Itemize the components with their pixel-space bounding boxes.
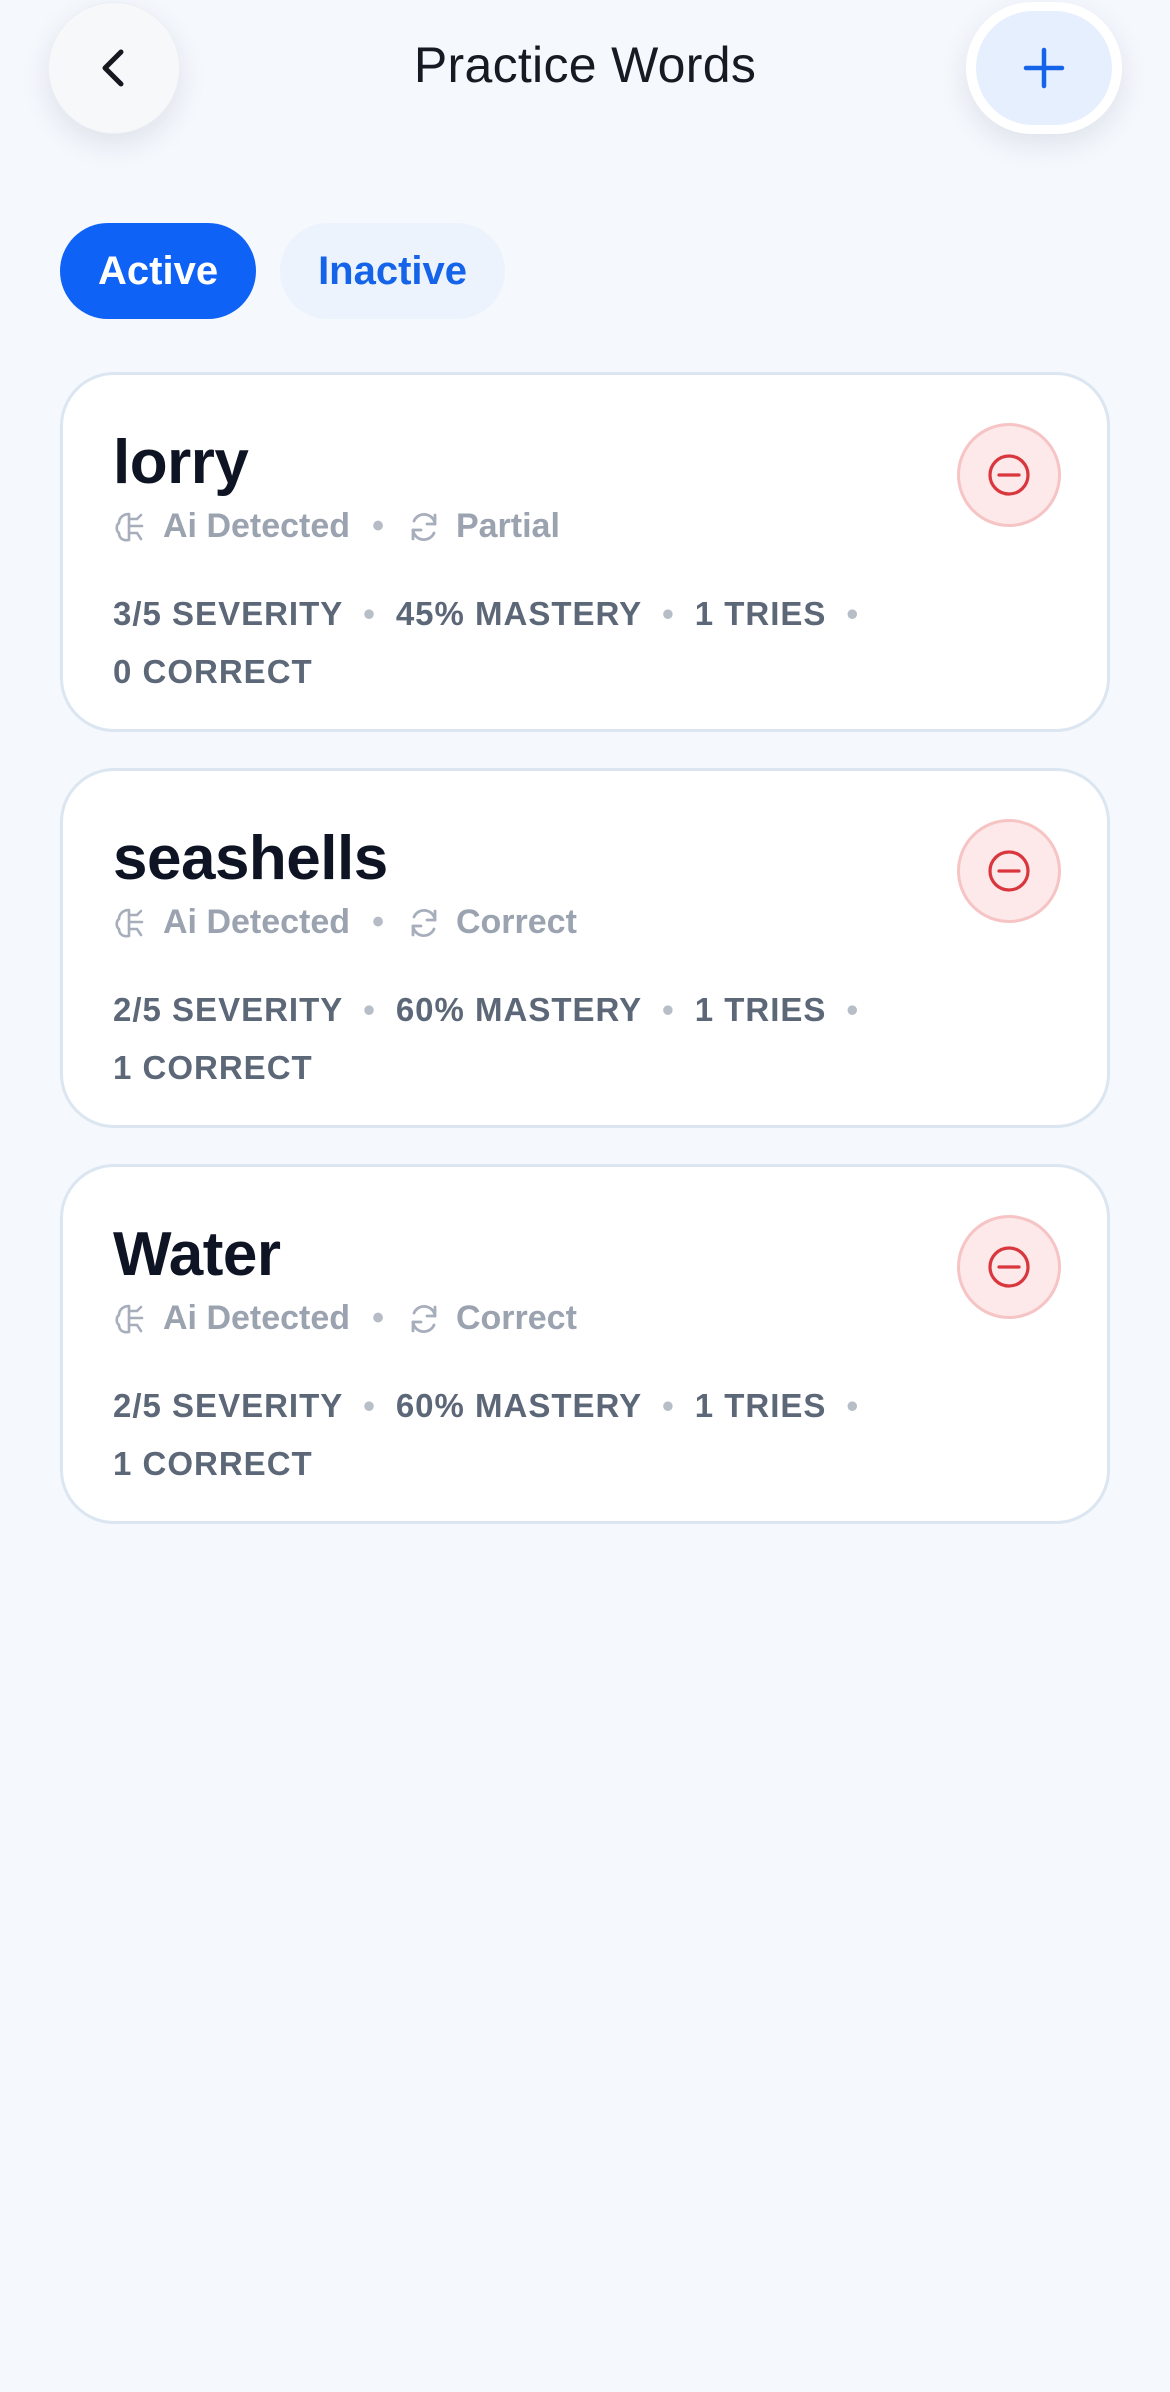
- separator-dot: •: [662, 1387, 675, 1424]
- word-list: lorry Ai Detected • Partial 3/5 SEVERITY…: [60, 372, 1110, 1560]
- separator-dot: •: [372, 1299, 384, 1337]
- status-label: Partial: [455, 507, 560, 545]
- tries-stat: 1 TRIES: [694, 1387, 827, 1424]
- minus-circle-icon: [988, 850, 1030, 892]
- source-label: Ai Detected: [163, 903, 351, 941]
- separator-dot: •: [363, 595, 376, 632]
- refresh-icon: [411, 512, 437, 541]
- plus-icon: [1023, 47, 1065, 89]
- separator-dot: •: [372, 507, 384, 545]
- word-stats: 2/5 SEVERITY • 60% MASTERY • 1 TRIES • 1 CORRE…: [113, 981, 893, 1097]
- word-title: Water: [113, 1220, 281, 1289]
- remove-word-button[interactable]: [957, 819, 1061, 923]
- refresh-icon: [411, 1304, 437, 1333]
- word-card[interactable]: seashells Ai Detected • Correct 2/5 SEVE…: [60, 768, 1110, 1128]
- mastery-stat: 60% MASTERY: [395, 991, 643, 1028]
- tries-stat: 1 TRIES: [694, 595, 827, 632]
- separator-dot: •: [846, 595, 859, 632]
- separator-dot: •: [662, 595, 675, 632]
- tab-inactive[interactable]: Inactive: [280, 223, 506, 319]
- brain-icon: [115, 1304, 144, 1333]
- word-stats: 2/5 SEVERITY • 60% MASTERY • 1 TRIES • 1 CORRE…: [113, 1377, 893, 1493]
- correct-stat: 1 CORRECT: [113, 1445, 313, 1482]
- separator-dot: •: [846, 991, 859, 1028]
- add-button-inner: [976, 11, 1112, 125]
- tab-active[interactable]: Active: [60, 223, 257, 319]
- status-label: Correct: [455, 903, 577, 941]
- correct-stat: 1 CORRECT: [113, 1049, 313, 1086]
- severity-stat: 3/5 SEVERITY: [113, 595, 344, 632]
- word-title: seashells: [113, 824, 388, 893]
- remove-word-button[interactable]: [957, 1215, 1061, 1319]
- mastery-stat: 60% MASTERY: [395, 1387, 643, 1424]
- tab-bar: Active Inactive: [60, 223, 506, 319]
- minus-circle-icon: [988, 1246, 1030, 1288]
- word-meta: Ai Detected • Correct: [113, 903, 577, 942]
- status-label: Correct: [455, 1299, 577, 1337]
- brain-icon: [115, 512, 144, 541]
- separator-dot: •: [662, 991, 675, 1028]
- separator-dot: •: [372, 903, 384, 941]
- source-label: Ai Detected: [163, 507, 351, 545]
- word-meta: Ai Detected • Partial: [113, 507, 560, 546]
- add-word-button[interactable]: [966, 2, 1122, 134]
- separator-dot: •: [363, 991, 376, 1028]
- mastery-stat: 45% MASTERY: [395, 595, 643, 632]
- header: Practice Words: [0, 0, 1170, 150]
- severity-stat: 2/5 SEVERITY: [113, 1387, 344, 1424]
- separator-dot: •: [363, 1387, 376, 1424]
- severity-stat: 2/5 SEVERITY: [113, 991, 344, 1028]
- refresh-icon: [411, 908, 437, 937]
- source-label: Ai Detected: [163, 1299, 351, 1337]
- separator-dot: •: [846, 1387, 859, 1424]
- correct-stat: 0 CORRECT: [113, 653, 313, 690]
- word-card[interactable]: lorry Ai Detected • Partial 3/5 SEVERITY…: [60, 372, 1110, 732]
- word-stats: 3/5 SEVERITY • 45% MASTERY • 1 TRIES • 0 CORRE…: [113, 585, 893, 701]
- minus-circle-icon: [988, 454, 1030, 496]
- word-card[interactable]: Water Ai Detected • Correct 2/5 SEVERITY…: [60, 1164, 1110, 1524]
- practice-words-screen: Practice Words Active Inactive lorry Ai …: [0, 0, 1170, 2392]
- brain-icon: [115, 908, 144, 937]
- remove-word-button[interactable]: [957, 423, 1061, 527]
- word-meta: Ai Detected • Correct: [113, 1299, 577, 1338]
- tries-stat: 1 TRIES: [694, 991, 827, 1028]
- word-title: lorry: [113, 428, 249, 497]
